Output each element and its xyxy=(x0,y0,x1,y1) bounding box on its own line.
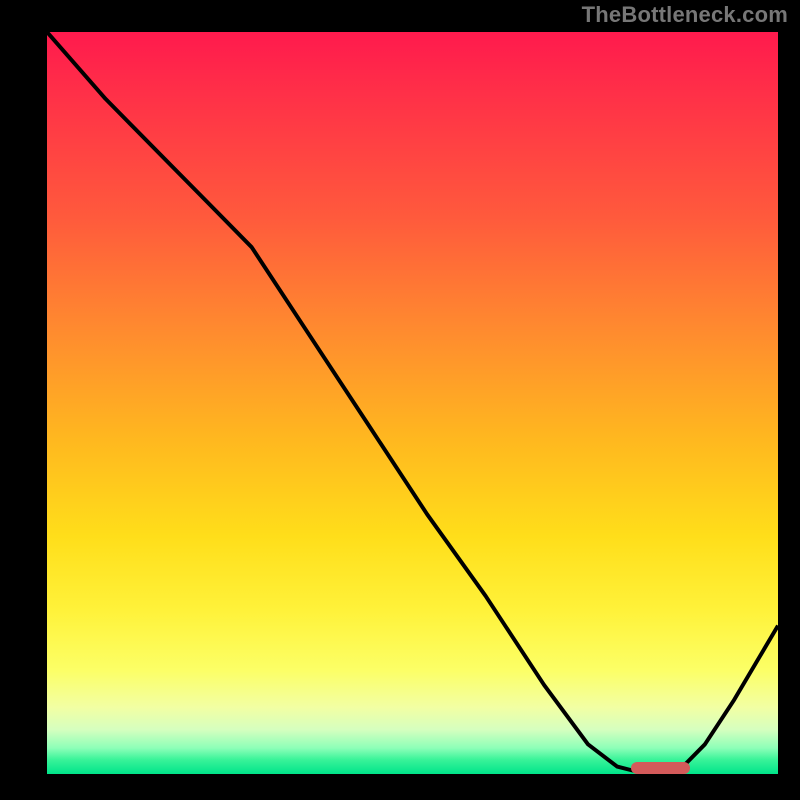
bottleneck-curve xyxy=(47,32,778,774)
optimal-range-marker xyxy=(631,762,690,774)
plot-outer xyxy=(18,28,782,784)
watermark-text: TheBottleneck.com xyxy=(582,2,788,28)
curve-path xyxy=(47,32,778,774)
chart-frame: TheBottleneck.com xyxy=(0,0,800,800)
plot-area xyxy=(43,28,782,778)
